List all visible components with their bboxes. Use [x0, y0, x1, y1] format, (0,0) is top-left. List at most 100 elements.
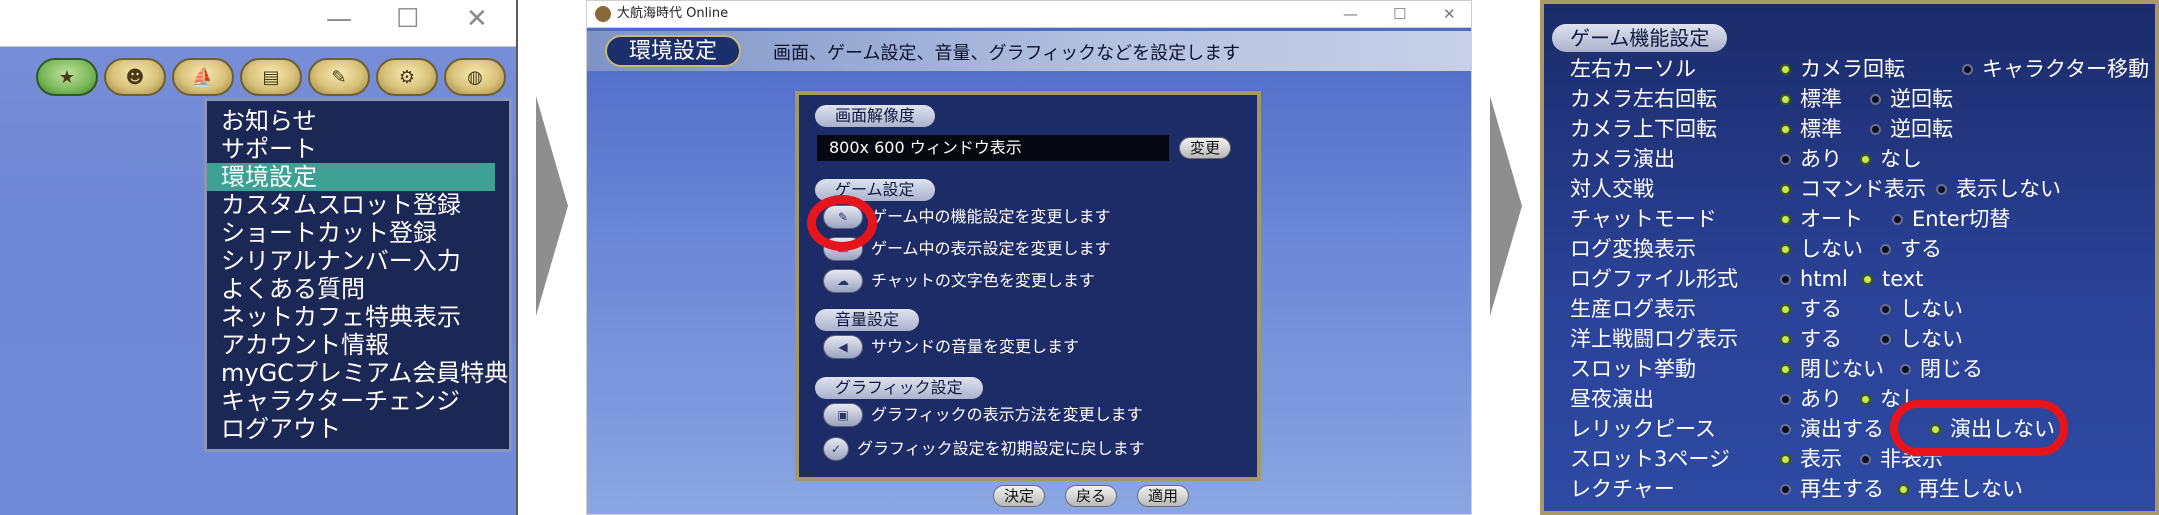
section-title-graphics: グラフィック設定: [815, 377, 983, 399]
radio-dot[interactable]: [1780, 423, 1791, 435]
back-button[interactable]: 戻る: [1065, 485, 1118, 507]
game-function-settings-panel: ゲーム機能設定 左右カーソル カメラ回転 キャラクター移動 カメラ左右回転 標準…: [1540, 0, 2159, 515]
ship-icon[interactable]: ⛵: [172, 58, 234, 96]
radio-option[interactable]: 閉じる: [1900, 354, 1983, 384]
menu-item-faq[interactable]: よくある質問: [207, 275, 509, 303]
radio-dot[interactable]: [1780, 333, 1791, 345]
menu-item-mygc[interactable]: myGCプレミアム会員特典: [207, 359, 509, 387]
radio-dot[interactable]: [1892, 213, 1903, 225]
radio-dot[interactable]: [1780, 213, 1791, 225]
radio-dot[interactable]: [1898, 483, 1909, 495]
radio-dot[interactable]: [1780, 303, 1791, 315]
book-icon[interactable]: ▤: [240, 58, 302, 96]
radio-option[interactable]: 表示: [1780, 444, 1842, 474]
radio-dot[interactable]: [1780, 243, 1791, 255]
menu-item-support[interactable]: サポート: [207, 135, 509, 163]
radio-option[interactable]: 標準: [1780, 114, 1842, 144]
radio-option[interactable]: なし: [1860, 144, 1922, 174]
radio-option[interactable]: しない: [1880, 324, 1963, 354]
maximize-button[interactable]: ☐: [396, 4, 419, 34]
speaker-icon[interactable]: ◀: [823, 335, 863, 359]
maximize-button[interactable]: ☐: [1393, 1, 1406, 27]
radio-dot[interactable]: [1870, 93, 1881, 105]
radio-option[interactable]: しない: [1780, 234, 1863, 264]
scroll-icon[interactable]: ✎: [308, 58, 370, 96]
menu-item-custom-slot[interactable]: カスタムスロット登録: [207, 191, 509, 219]
menu-item-notice[interactable]: お知らせ: [207, 107, 509, 135]
setting-row: ログファイル形式 html text: [1570, 264, 2154, 294]
radio-dot[interactable]: [1780, 483, 1791, 495]
radio-option[interactable]: カメラ回転: [1780, 54, 1905, 84]
menu-item-account[interactable]: アカウント情報: [207, 331, 509, 359]
radio-option[interactable]: する: [1780, 324, 1842, 354]
minimize-button[interactable]: —: [326, 4, 352, 34]
change-resolution-button[interactable]: 変更: [1179, 137, 1232, 159]
radio-option[interactable]: 再生する: [1780, 474, 1884, 504]
radio-dot[interactable]: [1780, 453, 1791, 465]
radio-option[interactable]: 表示しない: [1936, 174, 2061, 204]
radio-option[interactable]: text: [1862, 264, 1923, 294]
radio-option[interactable]: 標準: [1780, 84, 1842, 114]
menu-item-settings[interactable]: 環境設定: [207, 163, 495, 191]
radio-dot[interactable]: [1780, 393, 1791, 405]
radio-option[interactable]: 再生しない: [1898, 474, 2023, 504]
radio-dot[interactable]: [1880, 333, 1891, 345]
radio-option[interactable]: Enter切替: [1892, 204, 2010, 234]
radio-dot[interactable]: [1780, 123, 1791, 135]
graphics-icon[interactable]: ▣: [823, 403, 863, 427]
radio-option[interactable]: コマンド表示: [1780, 174, 1926, 204]
radio-dot[interactable]: [1860, 153, 1871, 165]
radio-option[interactable]: html: [1780, 264, 1848, 294]
radio-dot[interactable]: [1880, 243, 1891, 255]
radio-option[interactable]: あり: [1780, 144, 1842, 174]
settings-header-tag: 環境設定: [605, 35, 742, 67]
menu-item-netcafe[interactable]: ネットカフェ特典表示: [207, 303, 509, 331]
radio-option[interactable]: 逆回転: [1870, 114, 1953, 144]
radio-dot[interactable]: [1780, 183, 1791, 195]
menu-item-character-change[interactable]: キャラクターチェンジ: [207, 387, 509, 415]
radio-dot[interactable]: [1780, 363, 1791, 375]
close-button[interactable]: ✕: [466, 4, 488, 34]
minimize-button[interactable]: —: [1343, 1, 1358, 27]
pirate-icon[interactable]: ☻: [104, 58, 166, 96]
apply-button[interactable]: 適用: [1137, 485, 1190, 507]
ok-button[interactable]: 決定: [993, 485, 1046, 507]
radio-dot[interactable]: [1900, 363, 1911, 375]
radio-dot[interactable]: [1962, 63, 1973, 75]
radio-option[interactable]: オート: [1780, 204, 1863, 234]
menu-item-logout[interactable]: ログアウト: [207, 415, 509, 443]
radio-dot[interactable]: [1936, 183, 1947, 195]
radio-dot[interactable]: [1862, 273, 1873, 285]
settings-header-desc: 画面、ゲーム設定、音量、グラフィックなどを設定します: [773, 43, 1241, 64]
radio-dot[interactable]: [1880, 303, 1891, 315]
radio-dot[interactable]: [1860, 453, 1871, 465]
star-coin-icon[interactable]: ★: [36, 58, 98, 96]
globe-icon[interactable]: ◍: [444, 58, 506, 96]
chat-icon[interactable]: ☁: [823, 269, 863, 293]
radio-option[interactable]: 逆回転: [1870, 84, 1953, 114]
setting-row: 左右カーソル カメラ回転 キャラクター移動: [1570, 54, 2154, 84]
radio-option[interactable]: あり: [1780, 384, 1842, 414]
cart-icon[interactable]: ⚙: [376, 58, 438, 96]
radio-option[interactable]: キャラクター移動: [1962, 54, 2149, 84]
radio-option[interactable]: する: [1780, 294, 1842, 324]
setting-row: ログ変換表示 しない する: [1570, 234, 2154, 264]
radio-option[interactable]: する: [1880, 234, 1942, 264]
radio-option[interactable]: 演出する: [1780, 414, 1884, 444]
check-icon[interactable]: ✓: [823, 437, 849, 461]
setting-label: 洋上戦闘ログ表示: [1570, 327, 1738, 351]
radio-dot[interactable]: [1780, 63, 1791, 75]
row-label: グラフィック設定を初期設定に戻します: [857, 439, 1145, 458]
radio-dot[interactable]: [1780, 93, 1791, 105]
menu-item-serial[interactable]: シリアルナンバー入力: [207, 247, 509, 275]
close-button[interactable]: ✕: [1443, 1, 1456, 27]
radio-option[interactable]: しない: [1880, 294, 1963, 324]
radio-dot[interactable]: [1870, 123, 1881, 135]
row-label: グラフィックの表示方法を変更します: [871, 405, 1143, 424]
radio-dot[interactable]: [1780, 273, 1791, 285]
menu-item-shortcut[interactable]: ショートカット登録: [207, 219, 509, 247]
radio-option[interactable]: 閉じない: [1780, 354, 1884, 384]
radio-dot[interactable]: [1780, 153, 1791, 165]
panel-title: ゲーム機能設定: [1552, 24, 1728, 52]
radio-dot[interactable]: [1860, 393, 1871, 405]
